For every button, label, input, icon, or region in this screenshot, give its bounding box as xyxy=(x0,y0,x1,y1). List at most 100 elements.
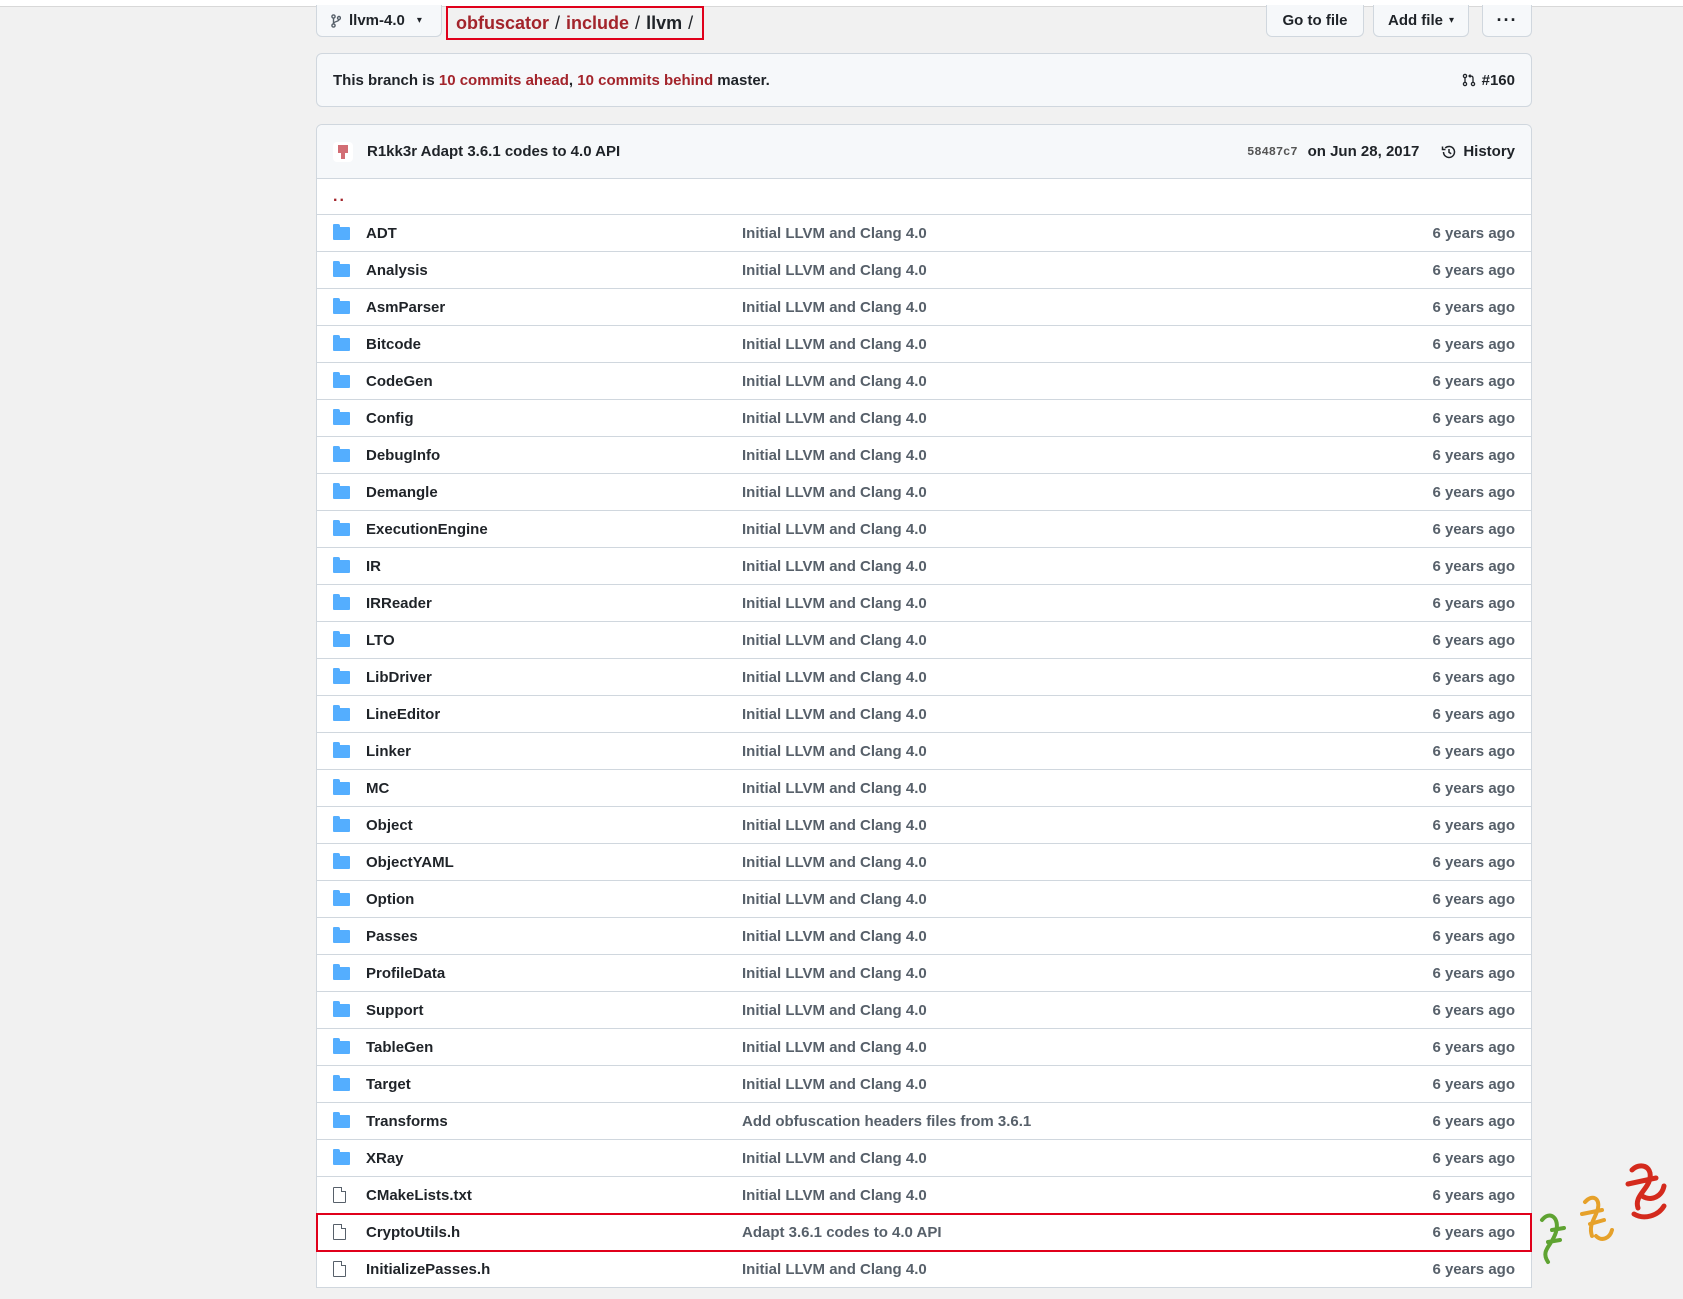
commits-behind-link[interactable]: 10 commits behind xyxy=(577,72,713,89)
directory-row[interactable]: XRay Initial LLVM and Clang 4.0 6 years ag… xyxy=(317,1140,1531,1177)
directory-name-link[interactable]: ObjectYAML xyxy=(366,854,742,871)
directory-row[interactable]: Linker Initial LLVM and Clang 4.0 6 years … xyxy=(317,733,1531,770)
commit-message-link[interactable]: Initial LLVM and Clang 4.0 xyxy=(742,558,1432,575)
directory-row[interactable]: Config Initial LLVM and Clang 4.0 6 years … xyxy=(317,400,1531,437)
directory-name-link[interactable]: Bitcode xyxy=(366,336,742,353)
directory-name-link[interactable]: LibDriver xyxy=(366,669,742,686)
directory-name-link[interactable]: Demangle xyxy=(366,484,742,501)
pull-request-link[interactable]: #160 xyxy=(1462,72,1515,89)
directory-row[interactable]: TableGen Initial LLVM and Clang 4.0 6 year… xyxy=(317,1029,1531,1066)
more-options-button[interactable]: ··· xyxy=(1482,5,1532,37)
directory-row[interactable]: AsmParser Initial LLVM and Clang 4.0 6 yea… xyxy=(317,289,1531,326)
directory-name-link[interactable]: ADT xyxy=(366,225,742,242)
file-row[interactable]: InitializePasses.h Initial LLVM and Clang… xyxy=(317,1251,1531,1288)
directory-row[interactable]: ExecutionEngine Initial LLVM and Clang 4.… xyxy=(317,511,1531,548)
directory-row[interactable]: Bitcode Initial LLVM and Clang 4.0 6 years… xyxy=(317,326,1531,363)
file-row[interactable]: CMakeLists.txt Initial LLVM and Clang 4.0… xyxy=(317,1177,1531,1214)
directory-row[interactable]: Target Initial LLVM and Clang 4.0 6 years … xyxy=(317,1066,1531,1103)
commit-message-link[interactable]: Initial LLVM and Clang 4.0 xyxy=(742,410,1432,427)
directory-name-link[interactable]: AsmParser xyxy=(366,299,742,316)
history-link[interactable]: History xyxy=(1441,143,1515,160)
breadcrumb-link-include[interactable]: include xyxy=(566,13,629,34)
commit-message-link[interactable]: Initial LLVM and Clang 4.0 xyxy=(742,1150,1432,1167)
directory-name-link[interactable]: Config xyxy=(366,410,742,427)
directory-row[interactable]: MC Initial LLVM and Clang 4.0 6 years ago xyxy=(317,770,1531,807)
commit-message-link[interactable]: Initial LLVM and Clang 4.0 xyxy=(742,595,1432,612)
directory-name-link[interactable]: ProfileData xyxy=(366,965,742,982)
add-file-button[interactable]: Add file ▾ xyxy=(1373,5,1469,37)
directory-row[interactable]: CodeGen Initial LLVM and Clang 4.0 6 years… xyxy=(317,363,1531,400)
file-name-link[interactable]: CMakeLists.txt xyxy=(366,1187,742,1204)
directory-name-link[interactable]: Transforms xyxy=(366,1113,742,1130)
directory-row[interactable]: ADT Initial LLVM and Clang 4.0 6 years ago xyxy=(317,215,1531,252)
commit-message-link[interactable]: Initial LLVM and Clang 4.0 xyxy=(742,484,1432,501)
directory-row[interactable]: IRReader Initial LLVM and Clang 4.0 6 year… xyxy=(317,585,1531,622)
directory-row[interactable]: LibDriver Initial LLVM and Clang 4.0 6 yea… xyxy=(317,659,1531,696)
directory-row[interactable]: ObjectYAML Initial LLVM and Clang 4.0 6 ye… xyxy=(317,844,1531,881)
directory-name-link[interactable]: IR xyxy=(366,558,742,575)
commit-message-link[interactable]: Initial LLVM and Clang 4.0 xyxy=(742,336,1432,353)
commit-message-link[interactable]: Add obfuscation headers files from 3.6.1 xyxy=(742,1113,1432,1130)
directory-name-link[interactable]: IRReader xyxy=(366,595,742,612)
commit-message-link[interactable]: Adapt 3.6.1 codes to 4.0 API xyxy=(742,1224,1432,1241)
directory-row[interactable]: IR Initial LLVM and Clang 4.0 6 years ago xyxy=(317,548,1531,585)
commit-message-link[interactable]: Initial LLVM and Clang 4.0 xyxy=(742,1002,1432,1019)
directory-row[interactable]: LTO Initial LLVM and Clang 4.0 6 years ago xyxy=(317,622,1531,659)
directory-name-link[interactable]: XRay xyxy=(366,1150,742,1167)
directory-row[interactable]: Passes Initial LLVM and Clang 4.0 6 years … xyxy=(317,918,1531,955)
commit-message-link[interactable]: Initial LLVM and Clang 4.0 xyxy=(742,447,1432,464)
directory-row[interactable]: Option Initial LLVM and Clang 4.0 6 years … xyxy=(317,881,1531,918)
commit-message-link[interactable]: Initial LLVM and Clang 4.0 xyxy=(742,706,1432,723)
commit-message-link[interactable]: Initial LLVM and Clang 4.0 xyxy=(742,817,1432,834)
commit-message-link[interactable]: Initial LLVM and Clang 4.0 xyxy=(742,521,1432,538)
directory-name-link[interactable]: TableGen xyxy=(366,1039,742,1056)
directory-name-link[interactable]: Linker xyxy=(366,743,742,760)
directory-row[interactable]: Demangle Initial LLVM and Clang 4.0 6 year… xyxy=(317,474,1531,511)
directory-name-link[interactable]: Option xyxy=(366,891,742,908)
directory-row[interactable]: DebugInfo Initial LLVM and Clang 4.0 6 yea… xyxy=(317,437,1531,474)
directory-name-link[interactable]: LineEditor xyxy=(366,706,742,723)
commit-sha-link[interactable]: 58487c7 xyxy=(1247,145,1297,159)
branch-select-button[interactable]: llvm-4.0 ▾ xyxy=(316,5,442,37)
directory-row[interactable]: Support Initial LLVM and Clang 4.0 6 years… xyxy=(317,992,1531,1029)
commit-message-link[interactable]: Initial LLVM and Clang 4.0 xyxy=(742,854,1432,871)
commit-message-link[interactable]: Initial LLVM and Clang 4.0 xyxy=(742,262,1432,279)
directory-name-link[interactable]: LTO xyxy=(366,632,742,649)
commits-ahead-link[interactable]: 10 commits ahead xyxy=(439,72,569,89)
commit-message-link[interactable]: Initial LLVM and Clang 4.0 xyxy=(742,1187,1432,1204)
directory-name-link[interactable]: Passes xyxy=(366,928,742,945)
avatar[interactable] xyxy=(333,141,353,162)
directory-name-link[interactable]: Support xyxy=(366,1002,742,1019)
directory-name-link[interactable]: CodeGen xyxy=(366,373,742,390)
breadcrumb-link-repo[interactable]: obfuscator xyxy=(456,13,549,34)
go-to-file-button[interactable]: Go to file xyxy=(1266,5,1364,37)
commit-message-link[interactable]: Initial LLVM and Clang 4.0 xyxy=(742,928,1432,945)
commit-message-link[interactable]: Initial LLVM and Clang 4.0 xyxy=(742,891,1432,908)
directory-name-link[interactable]: DebugInfo xyxy=(366,447,742,464)
directory-name-link[interactable]: Object xyxy=(366,817,742,834)
directory-name-link[interactable]: Target xyxy=(366,1076,742,1093)
commit-message-link[interactable]: Initial LLVM and Clang 4.0 xyxy=(742,780,1432,797)
commit-message-link[interactable]: Initial LLVM and Clang 4.0 xyxy=(742,1039,1432,1056)
commit-message-link[interactable]: Initial LLVM and Clang 4.0 xyxy=(742,299,1432,316)
commit-message-link[interactable]: Initial LLVM and Clang 4.0 xyxy=(742,1261,1432,1278)
commit-message-link[interactable]: Initial LLVM and Clang 4.0 xyxy=(742,743,1432,760)
file-name-link[interactable]: InitializePasses.h xyxy=(366,1261,742,1278)
commit-message-link[interactable]: Initial LLVM and Clang 4.0 xyxy=(742,632,1432,649)
parent-directory-link[interactable]: .. xyxy=(317,179,1531,215)
file-row[interactable]: CryptoUtils.h Adapt 3.6.1 codes to 4.0 AP… xyxy=(316,1213,1532,1252)
commit-message-link[interactable]: Initial LLVM and Clang 4.0 xyxy=(742,669,1432,686)
latest-commit-message[interactable]: R1kk3r Adapt 3.6.1 codes to 4.0 API xyxy=(367,143,620,160)
directory-row[interactable]: Object Initial LLVM and Clang 4.0 6 years … xyxy=(317,807,1531,844)
directory-row[interactable]: ProfileData Initial LLVM and Clang 4.0 6 y… xyxy=(317,955,1531,992)
commit-message-link[interactable]: Initial LLVM and Clang 4.0 xyxy=(742,373,1432,390)
directory-row[interactable]: Transforms Add obfuscation headers files … xyxy=(317,1103,1531,1140)
directory-name-link[interactable]: MC xyxy=(366,780,742,797)
file-name-link[interactable]: CryptoUtils.h xyxy=(366,1224,742,1241)
commit-message-link[interactable]: Initial LLVM and Clang 4.0 xyxy=(742,225,1432,242)
directory-name-link[interactable]: Analysis xyxy=(366,262,742,279)
directory-row[interactable]: LineEditor Initial LLVM and Clang 4.0 6 ye… xyxy=(317,696,1531,733)
commit-message-link[interactable]: Initial LLVM and Clang 4.0 xyxy=(742,1076,1432,1093)
directory-row[interactable]: Analysis Initial LLVM and Clang 4.0 6 year… xyxy=(317,252,1531,289)
directory-name-link[interactable]: ExecutionEngine xyxy=(366,521,742,538)
